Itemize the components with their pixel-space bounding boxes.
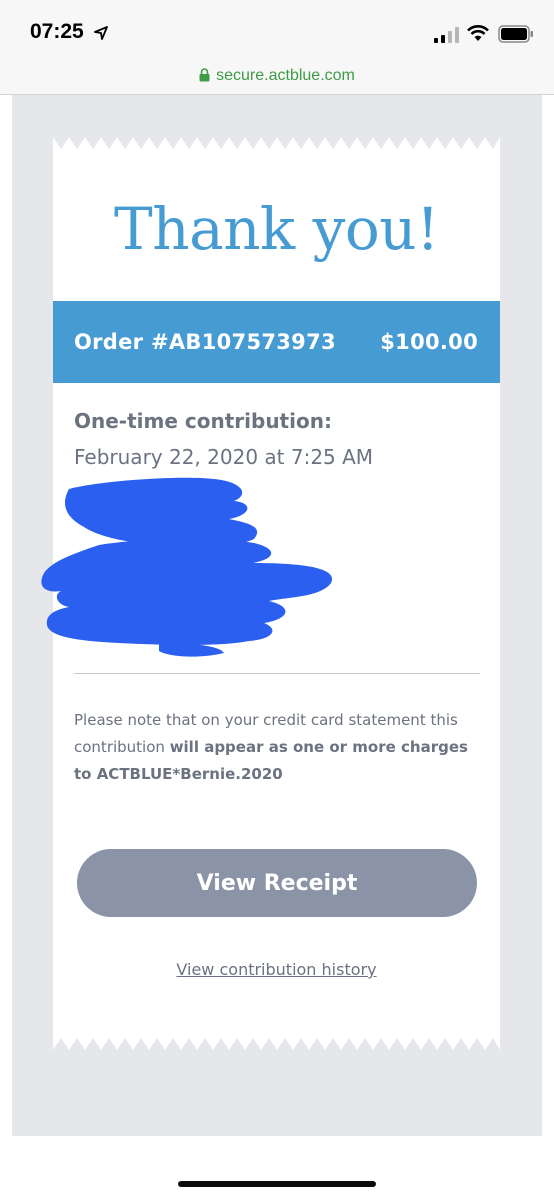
receipt-bottom-edge xyxy=(53,1038,500,1050)
contribution-date: February 22, 2020 at 7:25 AM xyxy=(74,445,374,469)
order-number: Order #AB107573973 xyxy=(74,330,336,354)
redaction-scribble xyxy=(41,477,333,657)
location-arrow-icon xyxy=(94,26,108,40)
clock: 07:25 xyxy=(30,20,84,43)
divider xyxy=(74,673,480,674)
receipt-top-edge xyxy=(53,137,500,149)
contribution-type: One-time contribution: xyxy=(74,409,332,433)
statement-note: Please note that on your credit card sta… xyxy=(74,707,484,788)
order-amount: $100.00 xyxy=(380,330,478,354)
view-contribution-history-link[interactable]: View contribution history xyxy=(53,960,500,979)
wifi-icon xyxy=(467,25,489,41)
page-title: Thank you! xyxy=(114,195,439,263)
order-summary-bar: Order #AB107573973 $100.00 xyxy=(53,301,500,383)
url-text: secure.actblue.com xyxy=(216,67,355,84)
lock-icon xyxy=(199,68,210,82)
cellular-signal-icon xyxy=(434,27,459,43)
home-indicator xyxy=(178,1181,376,1187)
view-receipt-button[interactable]: View Receipt xyxy=(77,849,477,917)
receipt-card: Thank you! Order #AB107573973 $100.00 On… xyxy=(41,137,500,1050)
url-bar[interactable]: secure.actblue.com xyxy=(0,58,554,95)
status-bar: 07:25 xyxy=(0,0,554,58)
battery-icon xyxy=(498,25,533,43)
